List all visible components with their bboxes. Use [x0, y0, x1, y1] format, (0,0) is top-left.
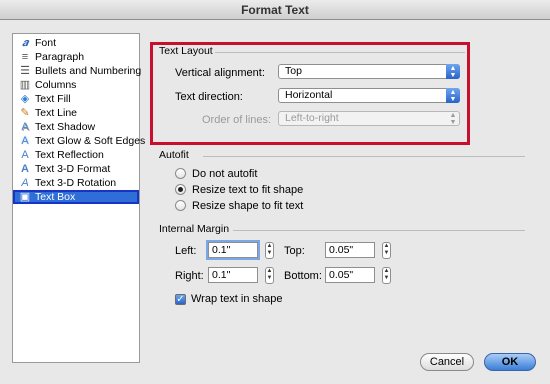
section-divider: [215, 52, 465, 53]
radio-button[interactable]: [175, 200, 186, 211]
radio-resize-text[interactable]: Resize text to fit shape: [175, 183, 375, 197]
text-direction-select[interactable]: Horizontal ▲ ▼: [278, 88, 460, 103]
columns-icon: ▥: [19, 79, 31, 91]
sidebar-item-label: Font: [35, 37, 57, 49]
bottom-margin-stepper[interactable]: ▲ ▼: [382, 267, 391, 284]
sidebar-item-text-box[interactable]: ▣ Text Box: [13, 190, 139, 204]
left-margin-stepper[interactable]: ▲ ▼: [265, 242, 274, 259]
right-margin-input[interactable]: 0.1": [208, 267, 258, 283]
left-margin-input[interactable]: 0.1": [208, 242, 258, 258]
paragraph-icon: ≡: [21, 51, 29, 63]
sidebar-item-columns[interactable]: ▥ Columns: [13, 78, 139, 92]
right-margin-stepper[interactable]: ▲ ▼: [265, 267, 274, 284]
left-margin-label: Left:: [175, 245, 197, 257]
sidebar-item-label: Text 3-D Rotation: [35, 177, 117, 189]
sidebar-item-text-fill[interactable]: ◈ Text Fill: [13, 92, 139, 106]
sidebar-item-label: Columns: [35, 79, 77, 91]
text-direction-value: Horizontal: [285, 89, 333, 101]
vertical-alignment-label: Vertical alignment:: [175, 67, 265, 79]
paint-bucket-icon: ◈: [20, 93, 30, 105]
top-margin-stepper[interactable]: ▲ ▼: [382, 242, 391, 259]
internal-margin-heading: Internal Margin: [159, 223, 230, 235]
font-icon: 𝒂: [21, 36, 29, 49]
category-sidebar: 𝒂 Font ≡ Paragraph ☰ Bullets and Numberi…: [12, 33, 145, 363]
vertical-alignment-value: Top: [285, 65, 302, 77]
top-margin-label: Top:: [284, 245, 305, 257]
ok-button[interactable]: OK: [484, 353, 536, 371]
order-of-lines-select[interactable]: Left-to-right ▲ ▼: [278, 111, 460, 126]
settings-panel: Text Layout Vertical alignment: Top ▲ ▼ T…: [149, 33, 536, 363]
vertical-alignment-select[interactable]: Top ▲ ▼: [278, 64, 460, 79]
sidebar-item-label: Text Fill: [35, 93, 71, 105]
sidebar-item-label: Text Line: [35, 107, 78, 119]
bottom-margin-label: Bottom:: [284, 270, 322, 282]
sidebar-item-label: Text Reflection: [35, 149, 104, 161]
text-layout-heading: Text Layout: [159, 45, 213, 57]
radio-label: Do not autofit: [192, 168, 258, 180]
radio-button[interactable]: [175, 184, 186, 195]
sidebar-item-paragraph[interactable]: ≡ Paragraph: [13, 50, 139, 64]
text-box-icon: ▣: [19, 191, 31, 203]
section-divider: [233, 230, 525, 231]
text-reflection-icon: A: [21, 149, 29, 161]
sidebar-item-font[interactable]: 𝒂 Font: [13, 36, 139, 50]
text-3d-rotation-icon: A: [21, 177, 29, 189]
popup-arrows-icon: ▲ ▼: [446, 88, 460, 103]
text-direction-label: Text direction:: [175, 91, 243, 103]
text-glow-icon: A: [21, 135, 29, 147]
window-title: Format Text: [0, 0, 550, 20]
order-of-lines-label: Order of lines:: [202, 114, 272, 126]
top-margin-input[interactable]: 0.05": [325, 242, 375, 258]
sidebar-item-label: Text Box: [35, 191, 76, 203]
sidebar-item-text-3d-format[interactable]: A Text 3-D Format: [13, 162, 139, 176]
sidebar-item-text-glow[interactable]: A Text Glow & Soft Edges: [13, 134, 145, 148]
popup-arrows-icon: ▲ ▼: [449, 112, 457, 126]
text-3d-format-icon: A: [21, 163, 29, 175]
radio-do-not-autofit[interactable]: Do not autofit: [175, 167, 375, 181]
sidebar-item-text-reflection[interactable]: A Text Reflection: [13, 148, 139, 162]
sidebar-item-bullets[interactable]: ☰ Bullets and Numbering: [13, 64, 142, 78]
autofit-heading: Autofit: [159, 149, 189, 161]
right-margin-label: Right:: [175, 270, 204, 282]
text-shadow-icon: A: [21, 121, 29, 133]
section-divider: [203, 156, 525, 157]
radio-resize-shape[interactable]: Resize shape to fit text: [175, 199, 375, 213]
sidebar-item-label: Text Glow & Soft Edges: [35, 135, 146, 147]
radio-label: Resize text to fit shape: [192, 184, 304, 196]
sidebar-item-label: Bullets and Numbering: [35, 65, 142, 77]
sidebar-item-label: Paragraph: [35, 51, 85, 63]
sidebar-item-label: Text Shadow: [35, 121, 96, 133]
radio-button[interactable]: [175, 168, 186, 179]
dialog-body: 𝒂 Font ≡ Paragraph ☰ Bullets and Numberi…: [0, 21, 550, 384]
cancel-button[interactable]: Cancel: [420, 353, 474, 371]
sidebar-item-text-3d-rotation[interactable]: A Text 3-D Rotation: [13, 176, 139, 190]
popup-arrows-icon: ▲ ▼: [446, 64, 460, 79]
order-of-lines-value: Left-to-right: [285, 112, 339, 124]
radio-label: Resize shape to fit text: [192, 200, 304, 212]
bullets-icon: ☰: [20, 65, 30, 77]
wrap-text-label: Wrap text in shape: [191, 293, 283, 305]
pencil-icon: ✎: [20, 107, 30, 119]
wrap-text-checkbox[interactable]: ✓: [175, 294, 186, 305]
bottom-margin-input[interactable]: 0.05": [325, 267, 375, 283]
sidebar-item-text-line[interactable]: ✎ Text Line: [13, 106, 139, 120]
sidebar-item-text-shadow[interactable]: A Text Shadow: [13, 120, 139, 134]
sidebar-item-label: Text 3-D Format: [35, 163, 111, 175]
